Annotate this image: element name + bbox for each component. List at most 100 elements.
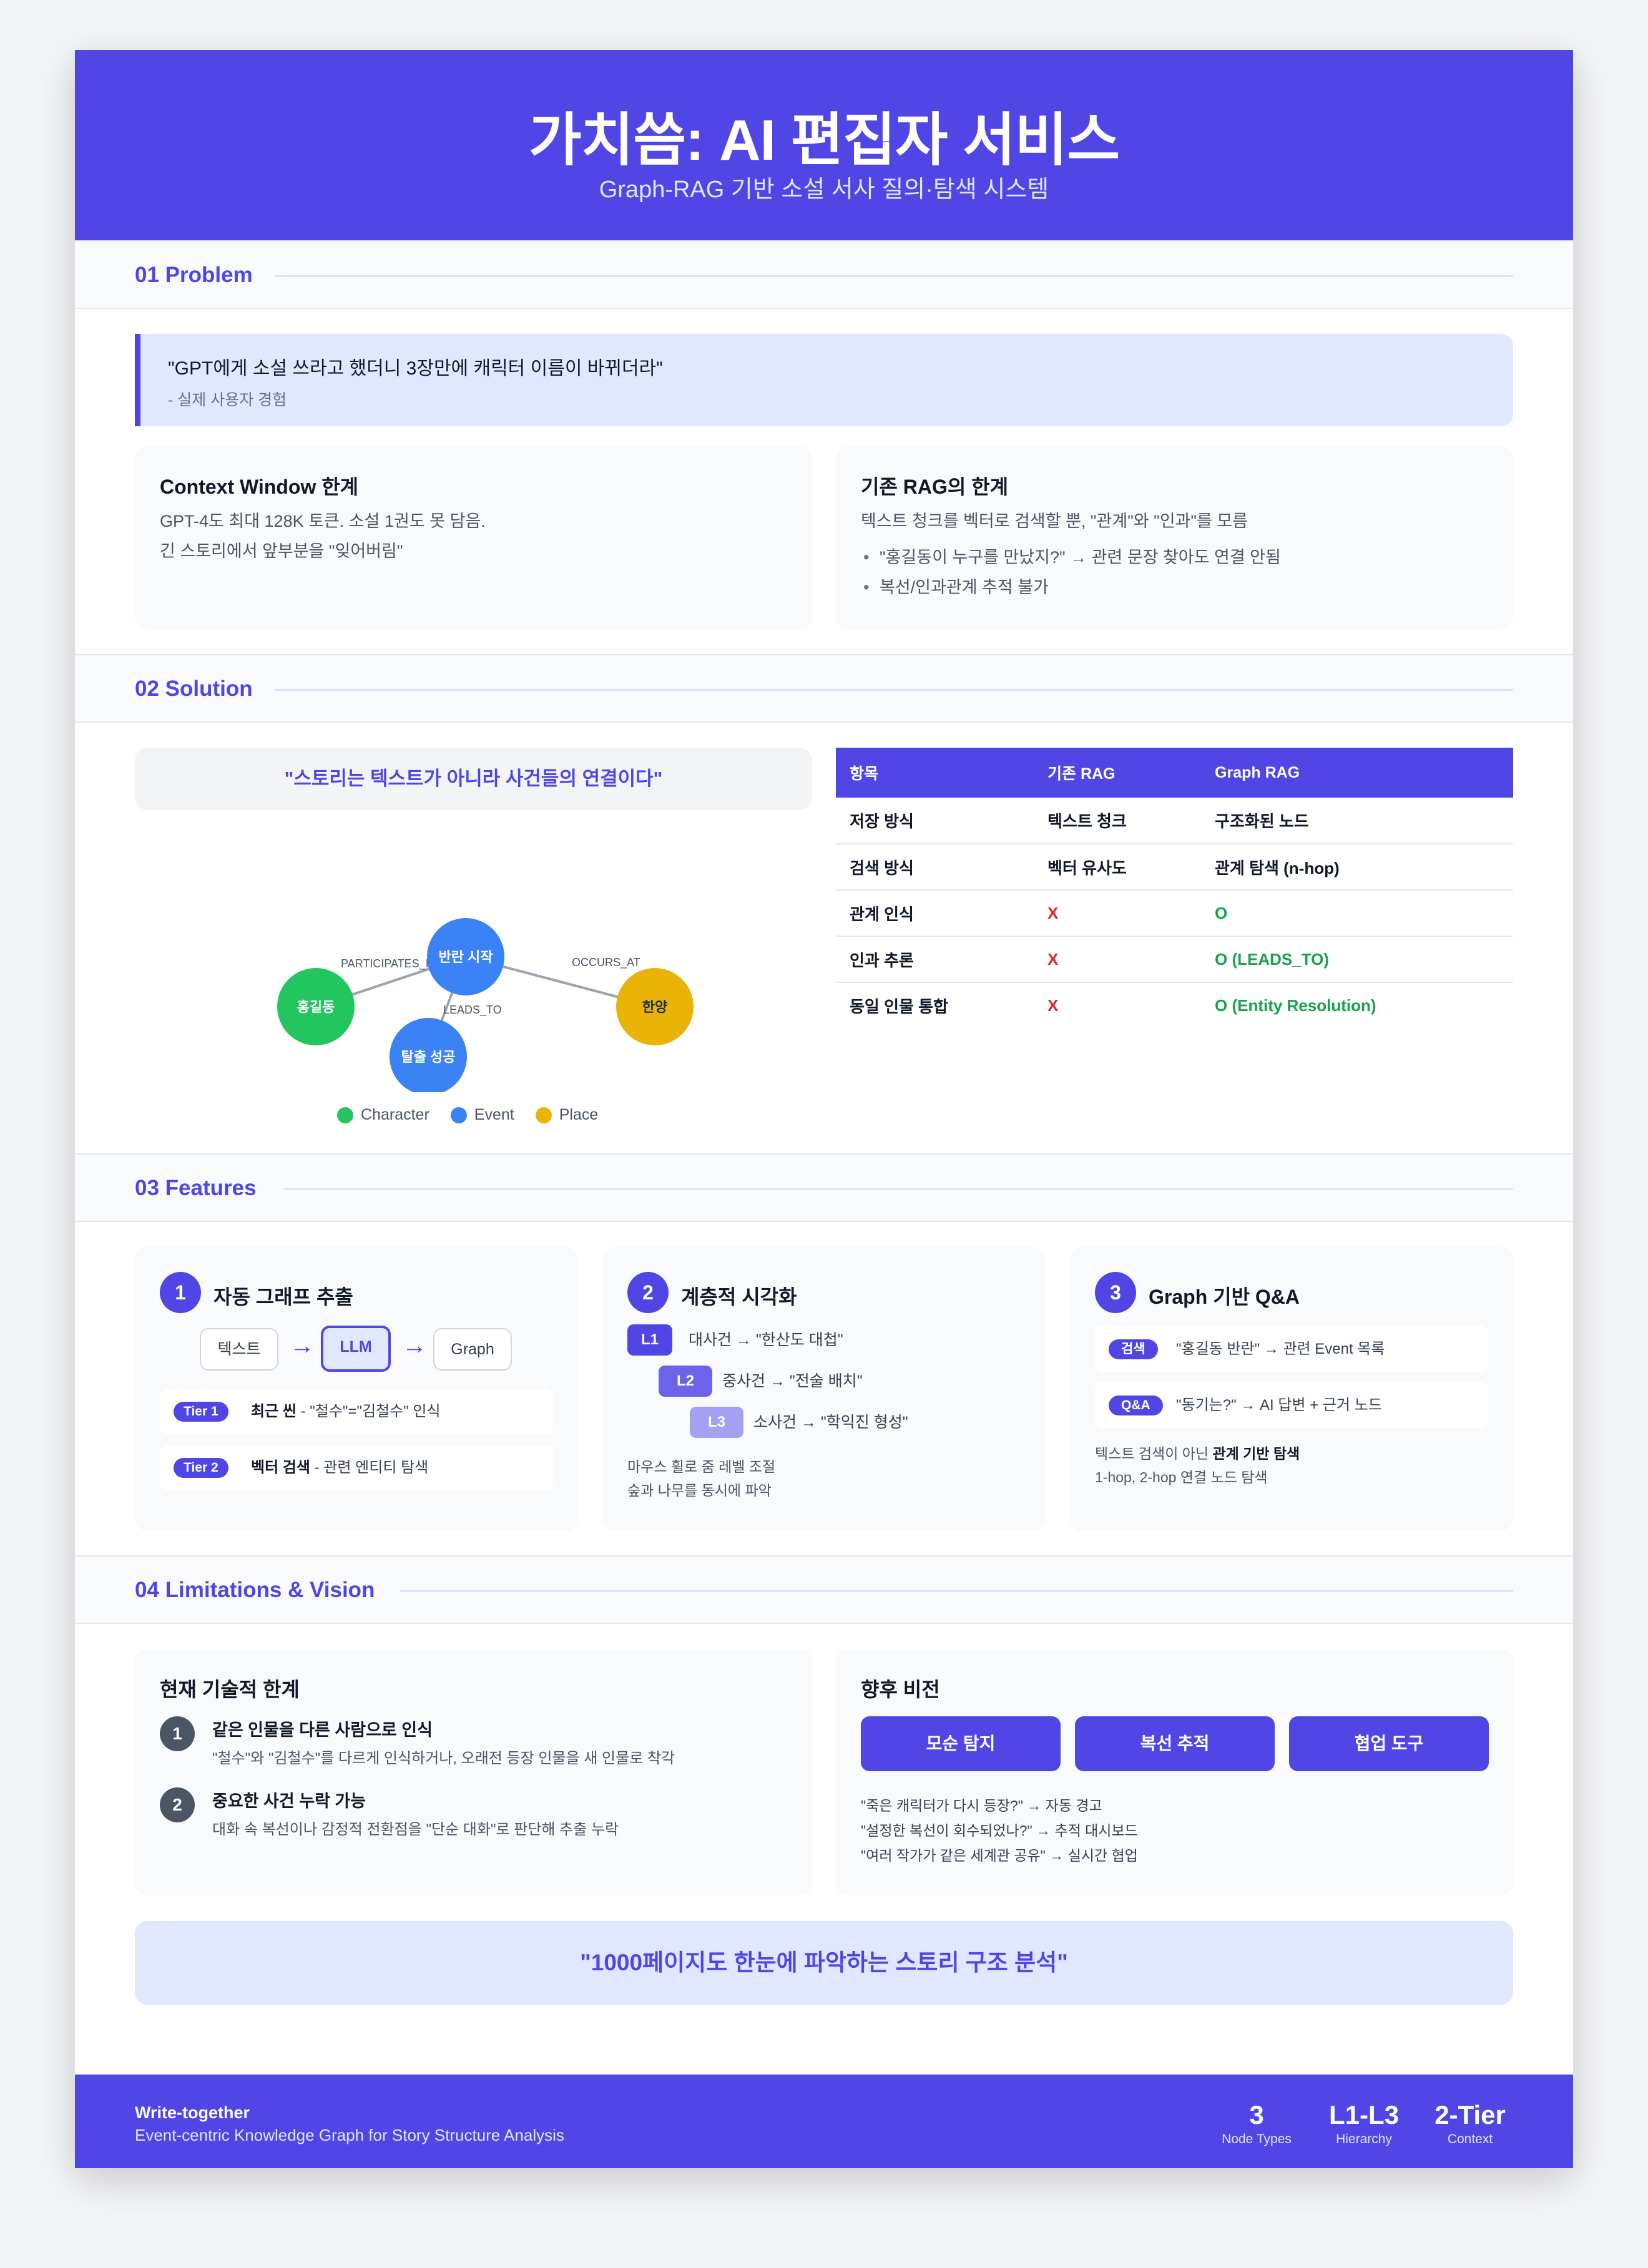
section-divider [275,275,1513,277]
card-title: Context Window 한계 [160,476,359,498]
feature-title: 자동 그래프 추출 [213,1286,353,1308]
tier2-badge: Tier 2 [174,1458,228,1478]
section-header-features: 03 Features [75,1153,1573,1222]
limit-desc: 대화 속 복선이나 감정적 전환점을 "단순 대화"로 판단해 추출 누락 [212,1821,619,1838]
legend-dot [450,1107,467,1123]
arrow-right-icon: → [290,1332,315,1359]
legend-label: Character [361,1106,429,1123]
feature-card-qa: 3 Graph 기반 Q&A 검색 "홍길동 반란" → 관련 Event 목록… [1070,1247,1513,1531]
section-divider [275,689,1513,691]
table-cell: 동일 인물 통합 [850,997,948,1016]
flow-step-graph: Graph [433,1328,512,1371]
card-desc: 텍스트 청크를 벡터로 검색할 뿐, "관계"와 "인과"를 모름 [861,512,1248,530]
column-header: 항목 [836,748,1034,798]
tier1-badge: Tier 1 [174,1402,228,1422]
stat-hierarchy: L1-L3 Hierarchy [1317,2099,1411,2148]
level-desc: 소사건 → "학익진 형성" [753,1414,908,1431]
comparison-table: 항목 기존 RAG Graph RAG 저장 방식 텍스트 청크 구조화된 노드… [836,748,1513,1029]
tier2-bold: 벡터 검색 [251,1459,310,1476]
section-title: 04 Limitations & Vision [135,1578,375,1602]
bullet-item: "홍길동이 누구를 만났지?" → 관련 문장 찾아도 연결 안됨 [861,542,1281,572]
vision-line: "죽은 캐릭터가 다시 등장?" → 자동 경고 [861,1797,1102,1814]
feature-note: 1-hop, 2-hop 연결 노드 탐색 [1095,1469,1268,1485]
stat-value: L1-L3 [1328,2100,1399,2129]
section-title: 01 Problem [135,263,253,287]
table-cell: 검색 방식 [836,844,1034,891]
section-divider [284,1188,1513,1190]
note-bold: 관계 기반 탐색 [1212,1445,1300,1462]
legend-dot [535,1107,552,1123]
feature-title: 계층적 시각화 [681,1286,797,1308]
note-text: 텍스트 검색이 아닌 [1095,1445,1213,1462]
graph-legend: Character Event Place [337,1106,598,1124]
feature-title: Graph 기반 Q&A [1149,1286,1300,1308]
card-title: 향후 비전 [861,1678,940,1701]
vision-line: "설정한 복선이 회수되었나?" → 추적 대시보드 [861,1822,1138,1839]
quote-source: - 실제 사용자 경험 [168,391,287,409]
story-graph: PARTICIPATES_IN OCCURS_AT LEADS_TO 홍길동 반란 시… [277,918,694,1092]
foreshadow-tracking-button[interactable]: 복선 추적 [1075,1716,1275,1771]
table-cell-no: X [1047,996,1059,1015]
graph-node-label: 한양 [642,999,667,1015]
graph-node-label: 반란 시작 [438,949,493,965]
table-cell-no: X [1034,890,1201,937]
feature-number: 3 [1095,1272,1136,1313]
table-header-row: 항목 기존 RAG Graph RAG [836,748,1513,798]
level-tag-l3: L3 [690,1407,743,1438]
search-example-row: 검색 "홍길동 반란" → 관련 Event 목록 [1095,1326,1488,1372]
level-tag-l1: L1 [627,1324,672,1356]
rag-limit-card: 기존 RAG의 한계 텍스트 청크를 벡터로 검색할 뿐, "관계"와 "인과"… [836,446,1513,629]
arrow-right-icon: → [402,1332,427,1359]
tier1-rest: - "철수"="김철수" 인식 [296,1403,441,1420]
card-line: GPT-4도 최대 128K 토큰. 소설 1권도 못 담음. [160,512,486,530]
limit-number: 1 [160,1716,195,1751]
table-cell-yes: O (Entity Resolution) [1215,996,1376,1015]
stat-context: 2-Tier Context [1417,2099,1523,2148]
search-example: "홍길동 반란" → 관련 Event 목록 [1176,1341,1385,1357]
rag-limit-bullets: "홍길동이 누구를 만났지?" → 관련 문장 찾아도 연결 안됨 복선/인과관… [861,542,1281,602]
flow-step-llm: LLM [321,1326,391,1372]
section-header-limits: 04 Limitations & Vision [75,1555,1573,1624]
table-row: 저장 방식 텍스트 청크 구조화된 노드 [836,798,1513,844]
table-row: 검색 방식 벡터 유사도 관계 탐색 (n-hop) [836,844,1513,891]
context-window-card: Context Window 한계 GPT-4도 최대 128K 토큰. 소설 … [135,446,812,629]
table-cell: 구조화된 노드 [1201,798,1513,844]
table-cell-yes: O [1201,890,1513,937]
tier2-rest: - 관련 엔티티 탐색 [310,1459,429,1476]
legend-item-event: Event [450,1106,514,1124]
graph-node-label: 홍길동 [297,999,335,1015]
column-header: 기존 RAG [1034,748,1201,798]
footer: Write-together Event-centric Knowledge G… [75,2075,1573,2168]
contradiction-detection-button[interactable]: 모순 탐지 [861,1716,1061,1771]
flow-step-text: 텍스트 [200,1328,278,1371]
quote-text: "GPT에게 소설 쓰라고 했더니 3장만에 캐릭터 이름이 바뀌더라" [168,358,663,379]
feature-note: 숲과 나무를 동시에 파악 [627,1482,772,1498]
legend-dot [337,1107,353,1123]
table-cell: 저장 방식 [836,798,1034,844]
level-desc: 중사건 → "전술 배치" [722,1372,863,1390]
stat-label: Node Types [1222,2132,1292,2146]
feature-card-hierarchy: 2 계층적 시각화 L1 대사건 → "한산도 대첩" L2 중사건 → "전술… [602,1247,1046,1531]
tier2-row: Tier 2 벡터 검색 - 관련 엔티티 탐색 [160,1445,553,1490]
solution-slogan: "스토리는 텍스트가 아니라 사건들의 연결이다" [135,748,812,810]
level-desc: 대사건 → "한산도 대첩" [689,1331,843,1349]
search-badge: 검색 [1109,1339,1158,1359]
card-title: 기존 RAG의 한계 [861,476,1009,498]
tier2-desc: 벡터 검색 - 관련 엔티티 탐색 [251,1458,428,1478]
section-header-solution: 02 Solution [75,654,1573,723]
footer-brand: Write-together [135,2103,250,2122]
table-row: 인과 추론 X O (LEADS_TO) [836,936,1513,983]
user-quote: "GPT에게 소설 쓰라고 했더니 3장만에 캐릭터 이름이 바뀌더라" - 실… [135,334,1513,426]
qa-example-row: Q&A "동기는?" → AI 답변 + 근거 노드 [1095,1382,1488,1428]
card-line: 긴 스토리에서 앞부분을 "잊어버림" [160,542,403,560]
graph-node-label: 탈출 성공 [401,1049,455,1065]
column-header: Graph RAG [1201,748,1513,798]
limit-number: 2 [160,1787,195,1822]
section-title: 02 Solution [135,677,253,701]
collaboration-tool-button[interactable]: 협업 도구 [1289,1716,1489,1771]
stat-label: Hierarchy [1336,2132,1392,2146]
graph-edge-label: LEADS_TO [443,1004,502,1017]
footer-desc: Event-centric Knowledge Graph for Story … [135,2126,564,2144]
feature-note: 마우스 휠로 줌 레벨 조절 [627,1459,776,1475]
table-cell-no: X [1034,936,1201,983]
